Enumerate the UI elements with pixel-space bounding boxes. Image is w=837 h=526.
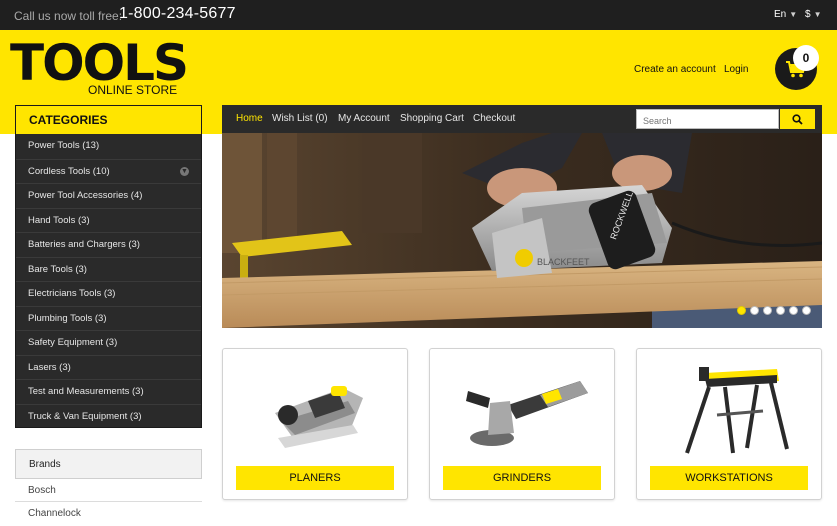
currency-selector[interactable]: $ ▼ xyxy=(805,9,821,20)
nav-checkout[interactable]: Checkout xyxy=(473,113,515,124)
category-item[interactable]: Truck & Van Equipment (3) xyxy=(16,403,201,429)
product-card-grinders[interactable]: GRINDERS xyxy=(429,348,615,500)
phone-number: 1-800-234-5677 xyxy=(119,5,236,22)
slide-dot[interactable] xyxy=(802,306,811,315)
category-label: Plumbing Tools (3) xyxy=(28,312,107,324)
hero-model-text: BLACKFEET xyxy=(537,257,590,267)
nav-home[interactable]: Home xyxy=(236,113,263,124)
phone-label: Call us now toll free: xyxy=(14,9,123,23)
slide-dot[interactable] xyxy=(776,306,785,315)
search-button[interactable] xyxy=(780,109,815,129)
category-label: Power Tools (13) xyxy=(28,140,100,151)
brand-item[interactable]: Channelock xyxy=(15,503,202,526)
workstation-icon xyxy=(685,367,789,454)
language-value: En xyxy=(774,9,787,20)
category-label: Cordless Tools (10) xyxy=(28,165,110,177)
grinder-icon xyxy=(466,381,588,446)
category-item[interactable]: Test and Measurements (3) xyxy=(16,379,201,404)
category-label: Truck & Van Equipment (3) xyxy=(28,410,142,422)
chevron-down-icon: ▼ xyxy=(813,10,822,19)
chevron-down-icon: ▼ xyxy=(789,10,798,19)
category-item[interactable]: Power Tool Accessories (4) xyxy=(16,183,201,208)
logo-title[interactable]: TOOLS xyxy=(10,38,189,88)
brand-item[interactable]: Bosch xyxy=(15,480,202,502)
cart-count-badge: 0 xyxy=(793,45,819,71)
category-label: Bare Tools (3) xyxy=(28,263,87,275)
product-label[interactable]: GRINDERS xyxy=(443,466,601,490)
category-item[interactable]: Plumbing Tools (3) xyxy=(16,305,201,331)
product-card-workstations[interactable]: WORKSTATIONS xyxy=(636,348,822,500)
category-item[interactable]: Batteries and Chargers (3) xyxy=(16,232,201,257)
search-icon xyxy=(792,114,803,125)
category-label: Lasers (3) xyxy=(28,361,71,373)
category-item[interactable]: Hand Tools (3) xyxy=(16,207,201,233)
categories-list: Power Tools (13) Cordless Tools (10) ▼ Po… xyxy=(16,134,201,428)
slide-dot[interactable] xyxy=(737,306,746,315)
hero-slider[interactable]: ROCKWELL BLACKFEET xyxy=(222,133,822,328)
search-input[interactable] xyxy=(636,109,779,129)
main-nav: Home Wish List (0) My Account Shopping C… xyxy=(222,105,822,133)
currency-value: $ xyxy=(805,9,811,20)
category-item[interactable]: Lasers (3) xyxy=(16,354,201,380)
logo-subtitle: ONLINE STORE xyxy=(88,83,178,97)
belt-sander-image: ROCKWELL BLACKFEET xyxy=(222,133,822,328)
slide-dot[interactable] xyxy=(789,306,798,315)
categories-title: CATEGORIES xyxy=(16,106,201,134)
category-label: Test and Measurements (3) xyxy=(28,386,144,397)
category-item[interactable]: Electricians Tools (3) xyxy=(16,281,201,306)
category-item[interactable]: Bare Tools (3) xyxy=(16,256,201,282)
slide-dot[interactable] xyxy=(750,306,759,315)
product-label[interactable]: WORKSTATIONS xyxy=(650,466,808,490)
login-link[interactable]: Login xyxy=(724,64,748,75)
top-bar: Call us now toll free: 1-800-234-5677 En… xyxy=(0,0,837,30)
nav-wish-list[interactable]: Wish List (0) xyxy=(272,113,328,124)
category-label: Hand Tools (3) xyxy=(28,214,90,226)
category-item[interactable]: Safety Equipment (3) xyxy=(16,330,201,355)
category-label: Batteries and Chargers (3) xyxy=(28,239,140,250)
slide-dot[interactable] xyxy=(763,306,772,315)
nav-my-account[interactable]: My Account xyxy=(338,113,390,124)
brands-title: Brands xyxy=(15,449,202,479)
category-label: Power Tool Accessories (4) xyxy=(28,190,143,201)
expand-icon[interactable]: ▼ xyxy=(180,166,189,176)
category-item[interactable]: Cordless Tools (10) ▼ xyxy=(16,158,201,184)
product-label[interactable]: PLANERS xyxy=(236,466,394,490)
planer-icon xyxy=(275,386,363,448)
category-label: Electricians Tools (3) xyxy=(28,288,116,299)
language-selector[interactable]: En ▼ xyxy=(774,9,797,20)
category-label: Safety Equipment (3) xyxy=(28,337,118,348)
nav-shopping-cart[interactable]: Shopping Cart xyxy=(400,113,464,124)
category-item[interactable]: Power Tools (13) xyxy=(16,134,201,159)
categories-panel: CATEGORIES Power Tools (13) Cordless Too… xyxy=(15,105,202,428)
product-card-planers[interactable]: PLANERS xyxy=(222,348,408,500)
create-account-link[interactable]: Create an account xyxy=(634,64,716,75)
